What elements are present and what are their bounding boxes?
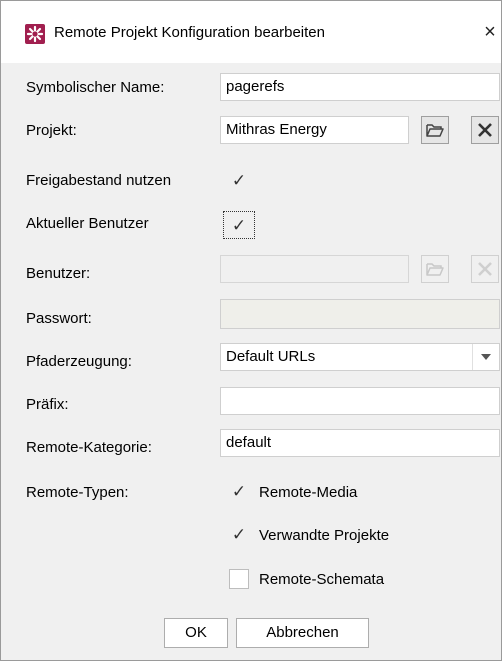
chevron-down-icon xyxy=(481,354,491,360)
remote-category-label: Remote-Kategorie: xyxy=(26,439,152,456)
close-icon xyxy=(478,262,492,276)
close-icon xyxy=(478,123,492,137)
use-release-checkbox[interactable]: ✓ xyxy=(229,171,249,191)
cancel-button[interactable]: Abbrechen xyxy=(236,618,369,648)
dropdown-arrow[interactable] xyxy=(472,344,499,370)
folder-open-icon xyxy=(426,263,444,276)
path-generation-label: Pfaderzeugung: xyxy=(26,353,132,370)
remote-schemata-checkbox[interactable] xyxy=(229,569,249,589)
symbolic-name-input[interactable]: pagerefs xyxy=(220,73,500,101)
related-projects-label: Verwandte Projekte xyxy=(259,527,390,544)
user-browse-button[interactable] xyxy=(421,255,449,283)
remote-media-checkbox[interactable]: ✓ xyxy=(229,482,249,502)
user-field[interactable] xyxy=(220,255,409,283)
prefix-input[interactable] xyxy=(220,387,500,415)
remote-category-input[interactable]: default xyxy=(220,429,500,457)
project-label: Projekt: xyxy=(26,122,77,139)
user-clear-button[interactable] xyxy=(471,255,499,283)
title-bar: Remote Projekt Konfiguration bearbeiten … xyxy=(1,1,501,63)
current-user-checkbox[interactable]: ✓ xyxy=(223,211,255,239)
remote-types-label: Remote-Typen: xyxy=(26,484,129,501)
remote-media-label: Remote-Media xyxy=(259,484,358,501)
prefix-label: Präfix: xyxy=(26,396,69,413)
project-browse-button[interactable] xyxy=(421,116,449,144)
password-field[interactable] xyxy=(220,299,500,329)
project-clear-button[interactable] xyxy=(471,116,499,144)
use-release-label: Freigabestand nutzen xyxy=(26,172,172,189)
project-field[interactable]: Mithras Energy xyxy=(220,116,409,144)
related-projects-checkbox[interactable]: ✓ xyxy=(229,525,249,545)
folder-open-icon xyxy=(426,124,444,137)
app-icon xyxy=(25,24,45,44)
dialog: Remote Projekt Konfiguration bearbeiten … xyxy=(0,0,502,661)
symbolic-name-label: Symbolischer Name: xyxy=(26,79,165,96)
ok-button[interactable]: OK xyxy=(164,618,228,648)
path-generation-select[interactable]: Default URLs xyxy=(220,343,500,371)
remote-schemata-label: Remote-Schemata xyxy=(259,571,385,588)
close-icon[interactable]: × xyxy=(479,20,501,44)
window-title: Remote Projekt Konfiguration bearbeiten xyxy=(54,24,325,41)
user-label: Benutzer: xyxy=(26,265,91,282)
password-label: Passwort: xyxy=(26,310,92,327)
current-user-label: Aktueller Benutzer xyxy=(26,215,149,232)
path-generation-value: Default URLs xyxy=(226,348,316,365)
